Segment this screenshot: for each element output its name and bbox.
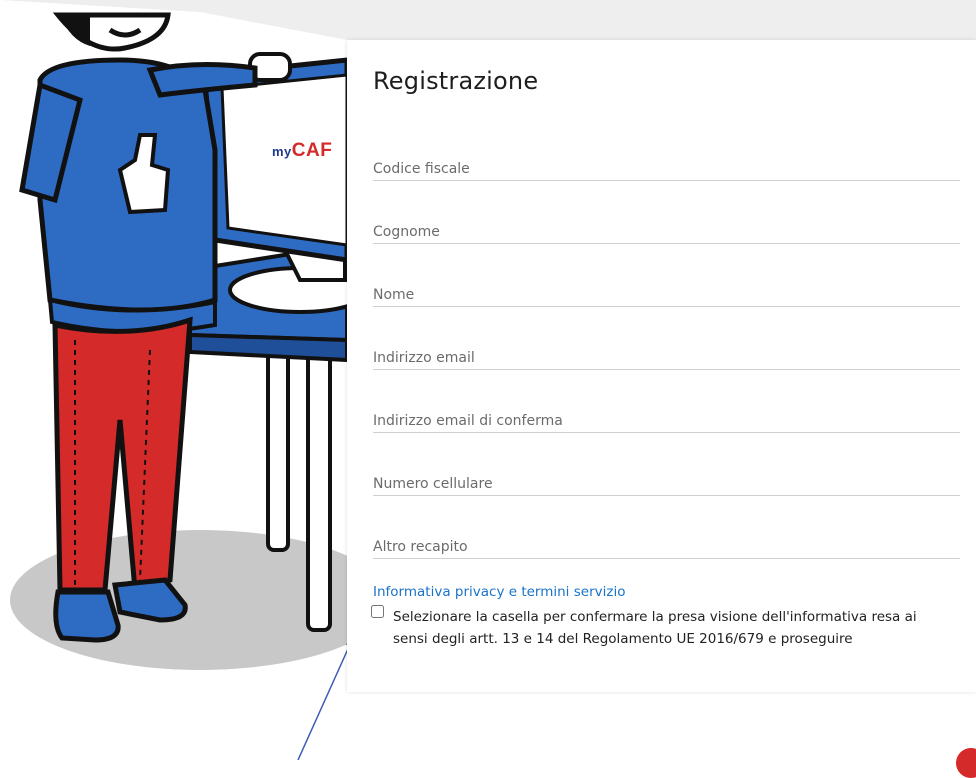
registration-form-panel: Registrazione Informativa privacy e term… [347,40,976,692]
mycaf-logo: myCAF [272,140,333,161]
other-contact-input[interactable] [373,539,960,555]
cognome-input[interactable] [373,224,960,240]
nome-field [373,266,960,307]
privacy-consent-label[interactable]: Selezionare la casella per confermare la… [393,606,953,650]
mobile-number-input[interactable] [373,476,960,492]
other-contact-field [373,518,960,559]
privacy-consent-checkbox[interactable] [371,605,384,618]
codice-fiscale-input[interactable] [373,161,960,177]
privacy-terms-link[interactable]: Informativa privacy e termini servizio [373,584,625,600]
email-confirm-input[interactable] [373,413,960,429]
email-confirm-field [373,392,960,433]
cognome-field [373,203,960,244]
nome-input[interactable] [373,287,960,303]
codice-fiscale-field [373,140,960,181]
email-field [373,329,960,370]
corner-badge [956,748,976,778]
email-input[interactable] [373,350,960,366]
mobile-number-field [373,455,960,496]
page-title: Registrazione [373,67,539,95]
